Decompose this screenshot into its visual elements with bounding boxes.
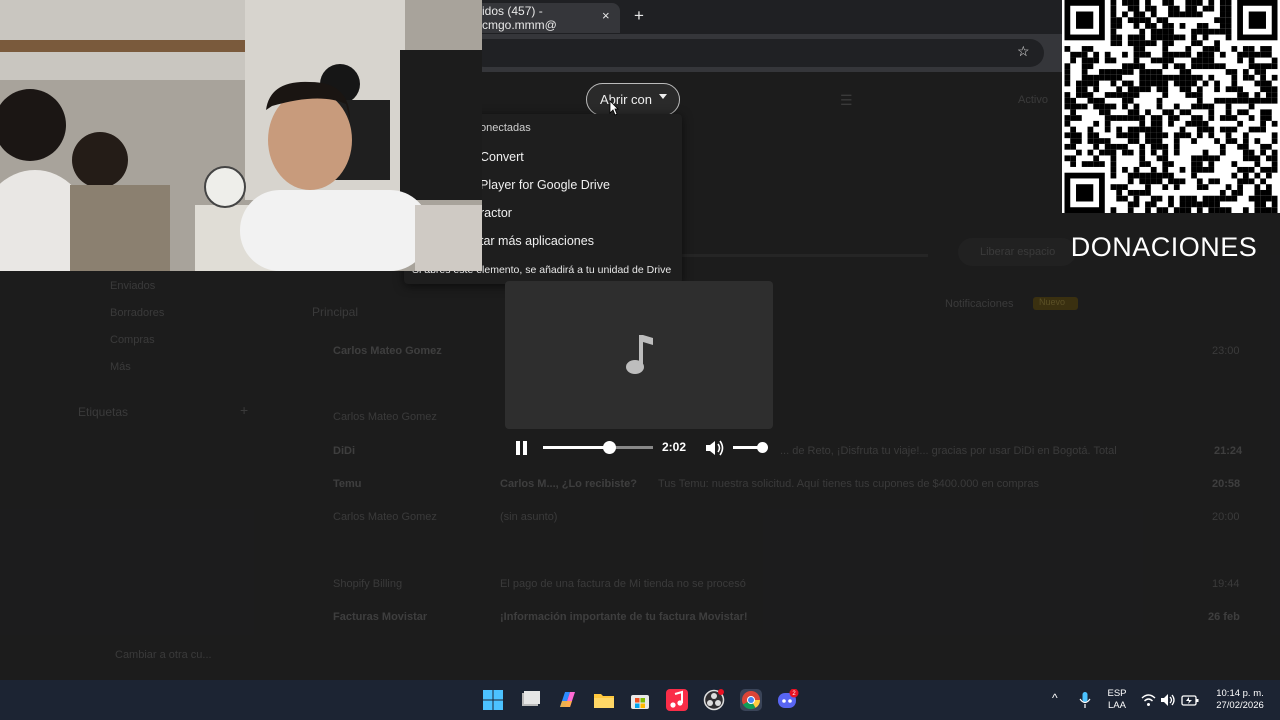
audio-preview xyxy=(505,281,773,429)
obs-icon[interactable] xyxy=(703,689,725,711)
seek-handle[interactable] xyxy=(603,441,616,454)
menu-item-convert[interactable]: Convert xyxy=(480,150,524,164)
new-tab-button[interactable]: + xyxy=(634,6,644,26)
speaker-icon[interactable] xyxy=(1160,693,1176,707)
volume-handle[interactable] xyxy=(757,442,768,453)
donations-label: DONACIONES xyxy=(1070,232,1258,262)
microphone-icon[interactable] xyxy=(1079,691,1091,709)
chevron-down-icon xyxy=(659,94,667,99)
open-with-label: Abrir con xyxy=(600,92,653,107)
windows-taskbar: 2 ^ ESP LAA 10:14 p. m. 27/02/2026 xyxy=(0,680,1280,720)
webcam-feed-image xyxy=(0,0,482,271)
battery-icon[interactable] xyxy=(1181,693,1199,707)
music-note-icon xyxy=(626,335,653,374)
chrome-icon[interactable] xyxy=(740,689,762,711)
tray-overflow-chevron-icon[interactable]: ^ xyxy=(1052,692,1058,704)
pause-icon[interactable] xyxy=(516,441,528,455)
system-clock[interactable]: 10:14 p. m. 27/02/2026 xyxy=(1208,688,1272,712)
microsoft-store-icon[interactable] xyxy=(629,689,651,711)
bookmark-star-icon[interactable]: ☆ xyxy=(1017,43,1030,60)
webcam-overlay xyxy=(0,0,482,271)
url-input[interactable] xyxy=(470,39,1044,67)
open-with-button[interactable]: Abrir con xyxy=(586,83,680,116)
wifi-icon[interactable] xyxy=(1141,693,1156,707)
playback-time: 2:02 xyxy=(662,440,687,454)
volume-icon[interactable] xyxy=(705,439,725,457)
menu-section-label: onectadas xyxy=(480,122,531,134)
seek-slider[interactable] xyxy=(543,441,653,454)
language-indicator[interactable]: ESP LAA xyxy=(1105,688,1129,712)
close-tab-icon[interactable]: × xyxy=(602,8,610,23)
menu-item-extractor[interactable]: ractor xyxy=(480,206,512,220)
player-controls: 2:02 xyxy=(500,432,780,462)
windows-start-icon[interactable] xyxy=(482,689,504,711)
tab-title: idos (457) - cmgo.mmm@ xyxy=(482,4,557,32)
browser-tab[interactable]: idos (457) - cmgo.mmm@ xyxy=(468,3,620,33)
discord-icon[interactable]: 2 xyxy=(777,688,799,711)
mouse-cursor-icon xyxy=(609,100,619,116)
file-explorer-icon[interactable] xyxy=(593,689,615,711)
clock-date: 27/02/2026 xyxy=(1216,700,1264,711)
clock-time: 10:14 p. m. xyxy=(1216,688,1264,699)
donation-qr-code xyxy=(1062,0,1280,213)
task-view-icon[interactable] xyxy=(520,689,542,711)
copilot-icon[interactable] xyxy=(556,689,578,711)
music-app-icon[interactable] xyxy=(666,689,688,711)
qr-code-image xyxy=(1064,0,1278,213)
menu-item-more-apps[interactable]: tar más aplicaciones xyxy=(480,234,594,248)
seek-progress xyxy=(543,446,609,449)
menu-item-player[interactable]: Player for Google Drive xyxy=(480,178,610,192)
keyboard-layout: LAA xyxy=(1108,700,1126,711)
language-code: ESP xyxy=(1107,688,1127,699)
